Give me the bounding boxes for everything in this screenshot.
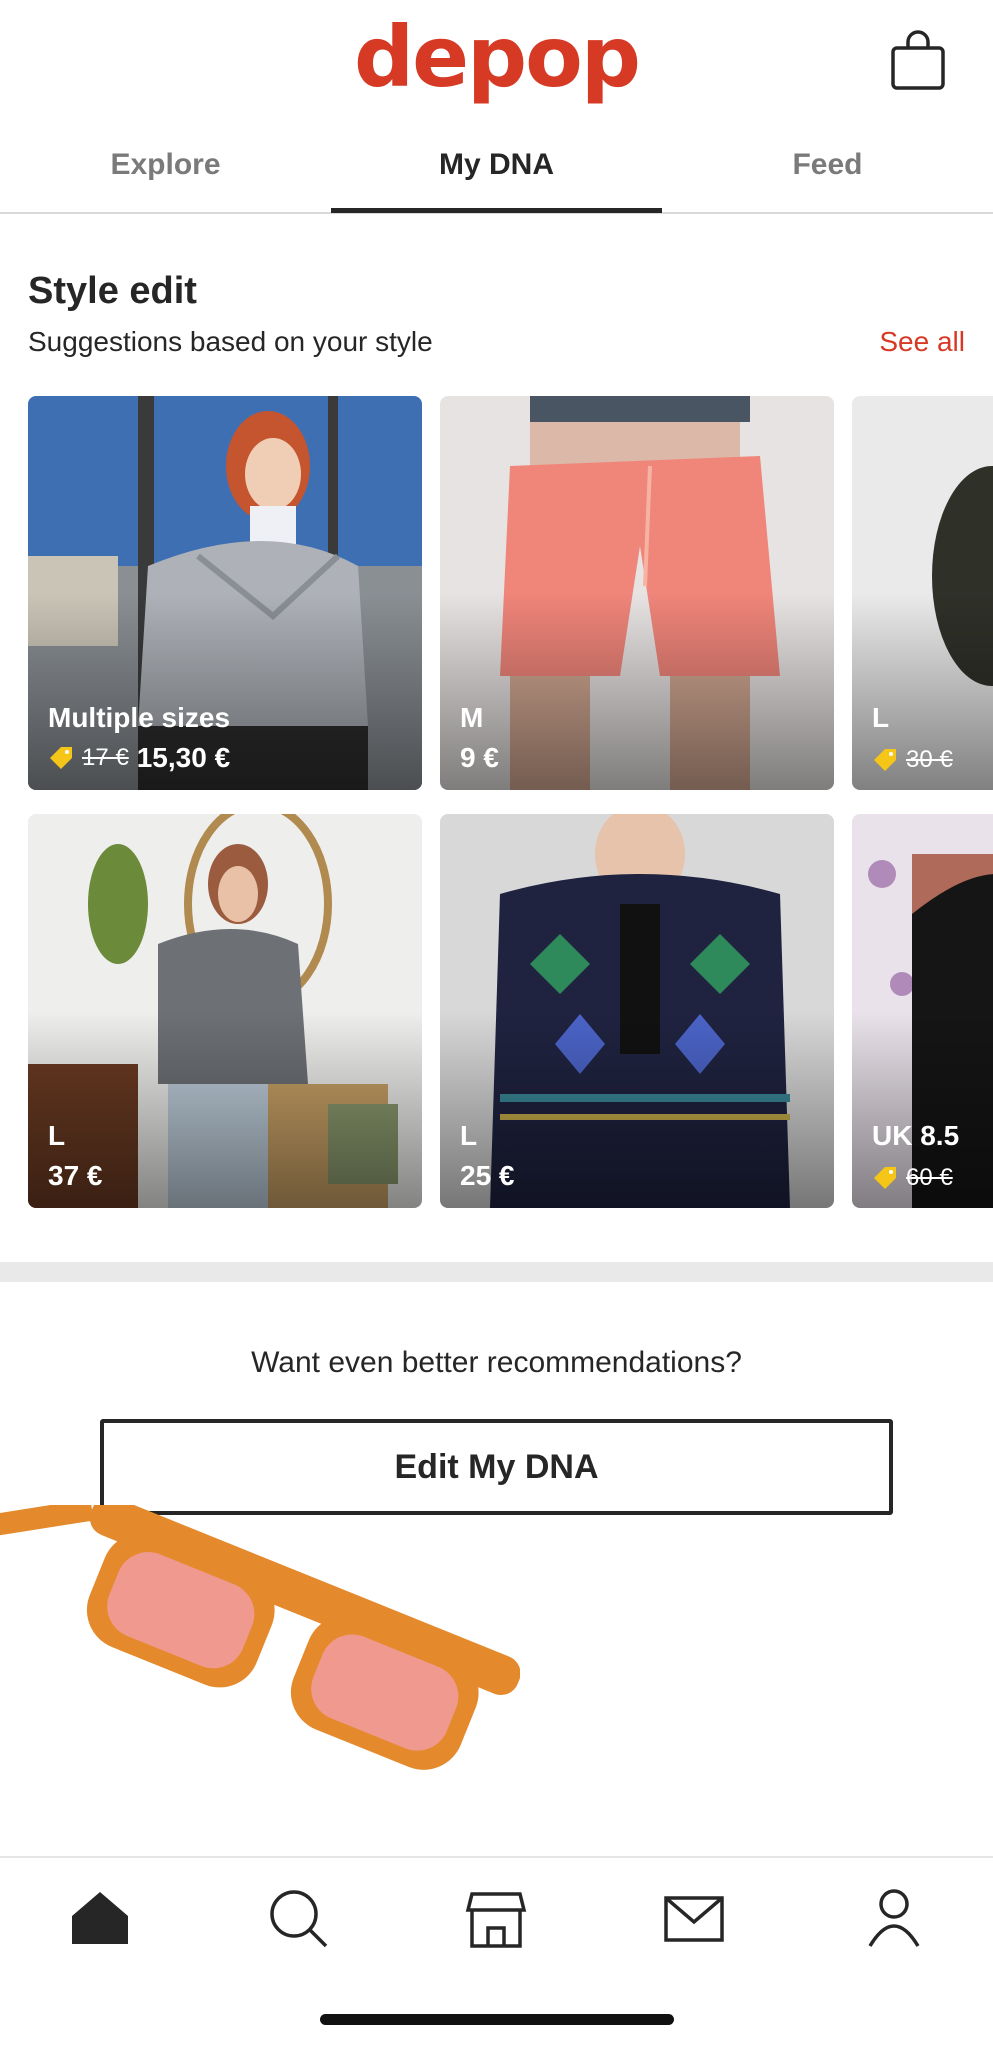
product-old-price: 60 € — [906, 1164, 953, 1191]
home-icon[interactable] — [68, 1886, 132, 1950]
sale-tag-icon — [874, 1167, 896, 1189]
product-price: 37 € — [48, 1160, 103, 1191]
product-card[interactable]: M 9 € — [440, 396, 834, 790]
tab-explore[interactable]: Explore — [0, 148, 331, 182]
product-price-row: 17 € 15,30 € — [48, 742, 230, 774]
section-divider — [0, 1262, 993, 1282]
section-subtitle: Suggestions based on your style — [28, 326, 433, 357]
sale-tag-icon — [50, 747, 72, 769]
shop-icon[interactable] — [464, 1886, 528, 1950]
sale-tag-icon — [874, 749, 896, 771]
shopping-bag-icon[interactable] — [890, 30, 946, 92]
product-old-price: 30 € — [906, 746, 953, 773]
tab-feed[interactable]: Feed — [662, 148, 993, 182]
see-all-link[interactable]: See all — [879, 326, 965, 358]
top-tabs: Explore My DNA Feed — [0, 130, 993, 214]
product-price-row: 30 € — [872, 746, 961, 774]
product-size: UK 8.5 — [872, 1120, 960, 1151]
product-price-row: 37 € — [48, 1160, 103, 1192]
product-price: 9 € — [460, 742, 499, 773]
product-size: L — [460, 1120, 478, 1151]
product-grid: Multiple sizes 17 € 15,30 € M 9 € L 30 €… — [28, 396, 993, 1208]
card-overlay — [440, 593, 834, 790]
product-card[interactable]: L 30 € — [852, 396, 993, 790]
product-price-row: 25 € — [460, 1160, 515, 1192]
product-price: 15,30 € — [136, 742, 231, 773]
product-size: M — [460, 702, 484, 733]
product-size: Multiple sizes — [48, 702, 231, 733]
sunglasses-illustration — [0, 1505, 520, 1770]
profile-icon[interactable] — [862, 1886, 926, 1950]
depop-logo[interactable]: depop — [0, 8, 993, 106]
recommendations-prompt: Want even better recommendations? — [251, 1346, 742, 1379]
section-title: Style edit — [28, 270, 197, 312]
product-size: L — [872, 702, 890, 733]
tab-my-dna[interactable]: My DNA — [331, 148, 662, 182]
product-card[interactable]: UK 8.5 60 € — [852, 814, 993, 1208]
product-card[interactable]: L 25 € — [440, 814, 834, 1208]
edit-my-dna-button[interactable]: Edit My DNA — [100, 1419, 893, 1515]
product-price-row: 60 € — [872, 1164, 961, 1192]
product-old-price: 17 € — [82, 744, 129, 771]
product-card[interactable]: L 37 € — [28, 814, 422, 1208]
home-indicator — [320, 2014, 674, 2025]
inbox-icon[interactable] — [662, 1886, 726, 1950]
search-icon[interactable] — [266, 1886, 330, 1950]
bottom-nav — [0, 1856, 993, 1976]
active-tab-indicator — [331, 208, 662, 213]
product-size: L — [48, 1120, 66, 1151]
product-price: 25 € — [460, 1160, 515, 1191]
app-header: depop — [0, 0, 993, 120]
product-price-row: 9 € — [460, 742, 499, 774]
product-card[interactable]: Multiple sizes 17 € 15,30 € — [28, 396, 422, 790]
